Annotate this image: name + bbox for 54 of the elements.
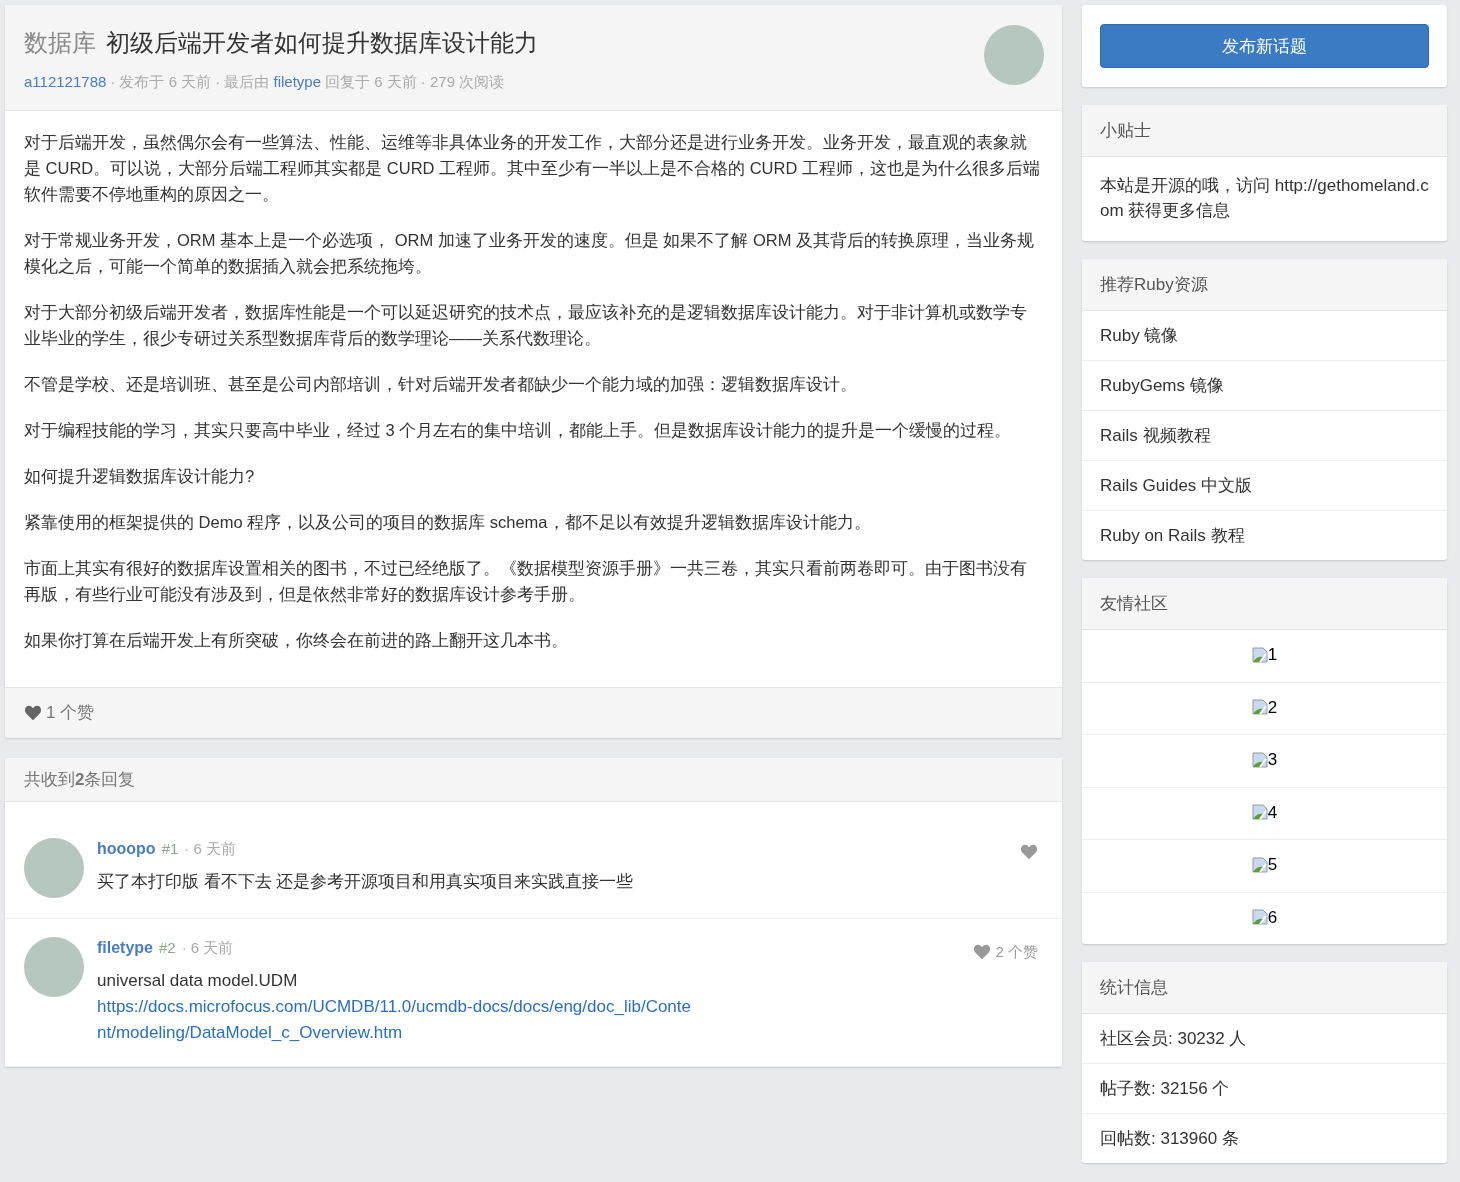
reply-time: · 6 天前 [184, 839, 236, 859]
post-meta: · 发布于 6 天前 · 最后由 [110, 73, 270, 92]
resource-link[interactable]: Ruby 镜像 [1082, 311, 1447, 361]
replies-heading: 共收到2条回复 [24, 769, 136, 789]
panel-heading: 小贴士 [1082, 105, 1447, 157]
resource-link[interactable]: Rails Guides 中文版 [1082, 461, 1447, 511]
reply-link[interactable]: https://docs.microfocus.com/UCMDB/11.0/ucmdb-docs/docs/eng/doc_lib/Content/modeling/DataModel_c_Overview.htm [97, 993, 697, 1046]
reply-text: 买了本打印版 看不下去 还是参考开源项目和用真实项目来实践直接一些 [97, 870, 635, 893]
broken-image-icon [1251, 909, 1268, 925]
heart-icon [973, 944, 992, 960]
community-link[interactable]: 3 [1251, 747, 1278, 772]
avatar[interactable] [984, 25, 1044, 85]
broken-image-icon [1251, 856, 1268, 873]
paragraph: 对于常规业务开发，ORM 基本上是一个必选项， ORM 加速了业务开发的速度。但是 如果不了解 ORM 及其背后的转换原理，当业务规模化之后，可能一个简单的数据插入就会把系统拖垮。 [24, 230, 1035, 277]
new-topic-button[interactable]: 发布新话题 [1100, 24, 1429, 68]
topic-title: 初级后端开发者如何提升数据库设计能力 [106, 28, 538, 58]
paragraph: 紧靠使用的框架提供的 Demo 程序，以及公司的项目的数据库 schema，都不足以有效提升逻辑数据库设计能力。 [24, 512, 872, 533]
author-link[interactable]: a112121788 [24, 73, 107, 92]
resource-link[interactable]: Rails 视频教程 [1082, 411, 1447, 461]
resource-link[interactable]: RubyGems 镜像 [1082, 361, 1447, 411]
resource-link[interactable]: Ruby on Rails 教程 [1082, 511, 1447, 560]
like-button[interactable] [1020, 843, 1038, 860]
paragraph: 如何提升逻辑数据库设计能力? [24, 466, 256, 487]
reply-time: · 6 天前 [181, 938, 234, 958]
reply-meta: 回复于 6 天前 · 279 次阅读 [325, 73, 505, 92]
broken-image-icon [1251, 804, 1268, 820]
like-button[interactable]: 1 个赞 [24, 701, 95, 724]
heart-icon [1020, 843, 1038, 860]
username-link[interactable]: hooopo [97, 839, 156, 859]
broken-image-icon [1251, 751, 1268, 768]
stat-text: 社区会员: 30232 人 [1082, 1014, 1447, 1064]
reply-text: universal data model.UDM https://docs.microfocus.com/UCMDB/11.0/ucmdb-docs/docs/eng/doc_lib/Content/modeling/DataModel_c_Overview.htm [97, 967, 697, 1046]
paragraph: 对于后端开发，虽然偶尔会有一些算法、性能、运维等非具体业务的开发工作，大部分还是进行业务开发。业务开发，最直观的表象就是 CURD。可以说，大部分后端工程师其实都是 CURD 工程师。其中至少有一半以上是不合格的 CURD 工程师，这也是为什么很多后端软件需要不停地重构的原因之一。 [24, 132, 1041, 205]
paragraph: 对于大部分初级后端开发者，数据库性能是一个可以延迟研究的技术点，最应该补充的是逻辑数据库设计能力。对于非计算机或数学专业毕业的学生，很少专研过关系型数据库背后的数学理论——关系代数理论。 [24, 302, 1028, 349]
paragraph: 不管是学校、还是培训班、甚至是公司内部培训，针对后端开发者都缺少一个能力域的加强：逻辑数据库设计。 [24, 374, 858, 395]
community-link[interactable]: 2 [1251, 694, 1278, 720]
panel-heading: 推荐Ruby资源 [1082, 259, 1447, 311]
community-link[interactable]: 5 [1251, 852, 1278, 877]
broken-image-icon [1251, 646, 1268, 663]
panel-heading: 友情社区 [1082, 578, 1447, 630]
replier-link[interactable]: filetype [273, 73, 321, 92]
community-link[interactable]: 6 [1251, 904, 1278, 930]
stat-text: 回帖数: 313960 条 [1099, 1128, 1240, 1150]
stat-text: 帖子数: 32156 个 [1082, 1064, 1447, 1114]
paragraph: 如果你打算在后端开发上有所突破，你终会在前进的路上翻开这几本书。 [24, 630, 569, 651]
panel-heading: 统计信息 [1082, 962, 1447, 1014]
community-link[interactable]: 1 [1251, 642, 1278, 667]
heart-icon [24, 704, 42, 721]
tips-text: 本站是开源的哦，访问 http://gethomeland.com 获得更多信息 [1099, 175, 1430, 222]
community-link[interactable]: 4 [1251, 799, 1278, 825]
username-link[interactable]: filetype [97, 938, 153, 958]
paragraph: 市面上其实有很好的数据库设置相关的图书，不过已经绝版了。《数据模型资源手册》一共三卷，其实只看前两卷即可。由于图书没有再版，有些行业可能没有涉及到，但是依然非常好的数据库设计参考手册。 [24, 558, 1028, 605]
paragraph: 对于编程技能的学习，其实只要高中毕业，经过 3 个月左右的集中培训，都能上手。但是数据库设计能力的提升是一个缓慢的过程。 [24, 420, 1013, 441]
broken-image-icon [1251, 699, 1268, 715]
